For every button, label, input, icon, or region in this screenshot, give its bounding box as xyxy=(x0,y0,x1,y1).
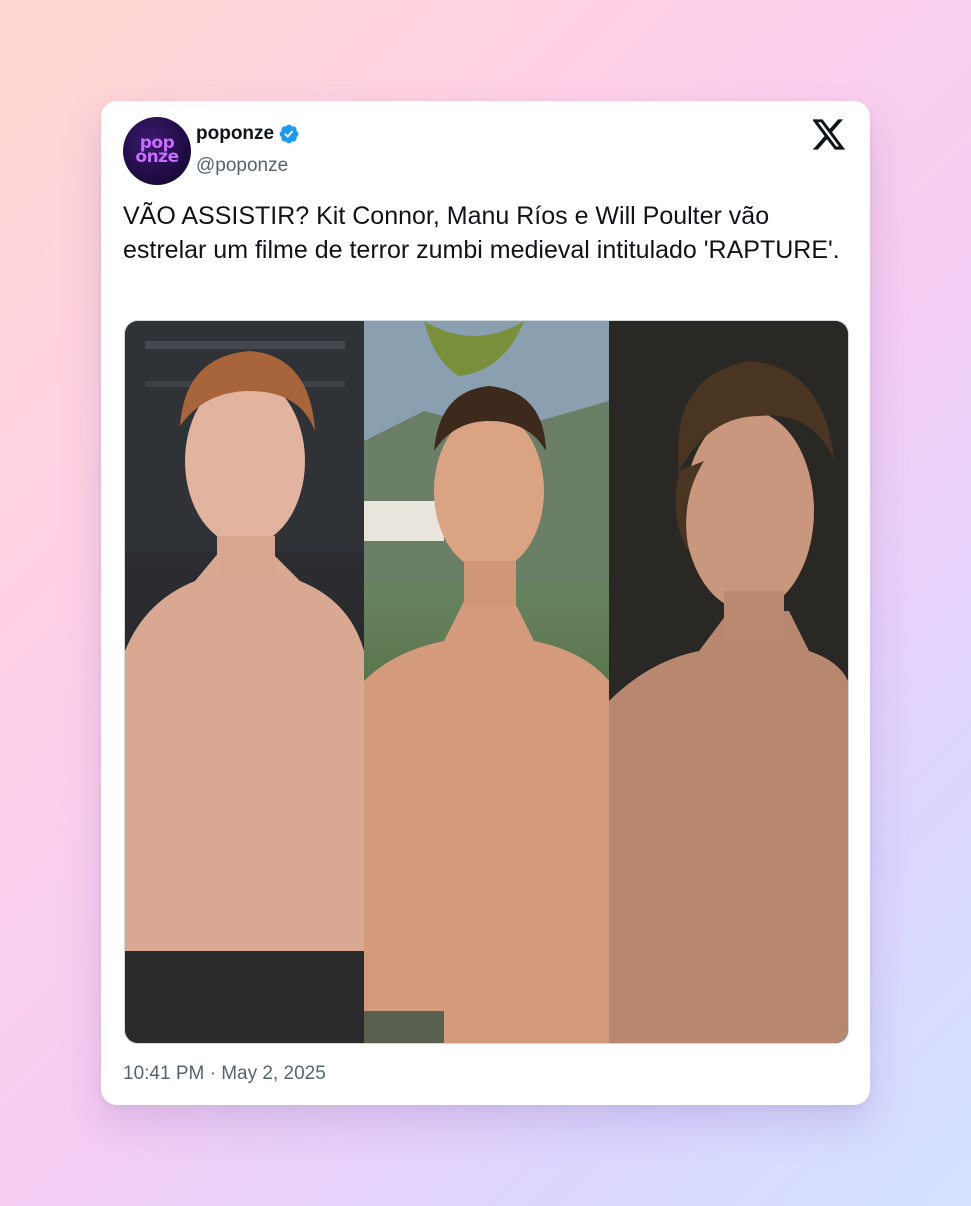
verified-badge-icon xyxy=(279,124,299,144)
photo-1-illustration xyxy=(125,321,364,1043)
photo-3-illustration xyxy=(609,321,848,1043)
tweet-text: VÃO ASSISTIR? Kit Connor, Manu Ríos e Wi… xyxy=(123,202,840,264)
timestamp[interactable]: 10:41 PM · May 2, 2025 xyxy=(123,1063,326,1085)
handle[interactable]: @poponze xyxy=(196,155,288,177)
photo-panel-1[interactable] xyxy=(125,321,364,1043)
x-logo-icon[interactable] xyxy=(813,119,846,150)
avatar[interactable]: pop onze xyxy=(123,117,191,185)
tweet-media[interactable] xyxy=(124,320,849,1044)
author-name-row: poponze xyxy=(196,123,300,145)
avatar-text-onze: onze xyxy=(135,147,179,167)
photo-2-illustration xyxy=(364,321,609,1043)
photo-panel-2[interactable] xyxy=(364,321,609,1043)
photo-panel-3[interactable] xyxy=(609,321,848,1043)
tweet-card[interactable]: pop onze poponze @poponze VÃO ASSISTIR? … xyxy=(101,101,870,1105)
display-name[interactable]: poponze xyxy=(196,123,274,145)
